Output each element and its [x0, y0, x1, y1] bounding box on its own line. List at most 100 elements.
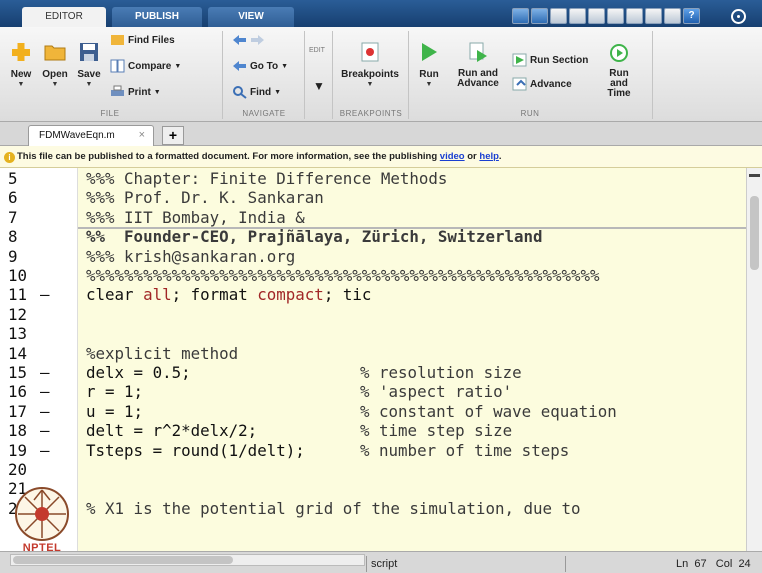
code-line[interactable]: 16– r = 1;% 'aspect ratio' — [0, 382, 746, 401]
new-button[interactable]: New ▼ — [6, 41, 36, 89]
code-line[interactable]: 8 %% Founder-CEO, Prajñālaya, Zürich, Swi… — [0, 227, 746, 246]
chevron-down-icon: ▼ — [366, 81, 374, 88]
code-token: clear — [86, 285, 144, 305]
line-marker[interactable]: – — [40, 363, 58, 382]
code-line[interactable]: 5 %%% Chapter: Finite Difference Methods — [0, 169, 746, 188]
find-label: Find — [250, 86, 272, 98]
ribbon-separator — [222, 31, 223, 119]
code-line[interactable]: 12 — [0, 305, 746, 324]
code-line[interactable]: 10%%%%%%%%%%%%%%%%%%%%%%%%%%%%%%%%%%%%%%… — [0, 266, 746, 285]
help-icon[interactable]: ? — [683, 8, 700, 24]
command-argument: compact — [257, 285, 324, 305]
inline-comment: % constant of wave equation — [360, 401, 617, 421]
run-button[interactable]: Run ▼ — [414, 41, 444, 89]
run-and-time-button[interactable]: Run and Time — [598, 41, 640, 99]
vertical-scrollbar[interactable] — [746, 168, 762, 551]
advance-button[interactable]: Advance — [512, 77, 572, 91]
new-file-icon — [12, 43, 30, 61]
code-line[interactable]: 17– u = 1;% constant of wave equation — [0, 402, 746, 421]
save-button[interactable]: Save ▼ — [74, 41, 104, 89]
quick-undo-icon[interactable] — [607, 8, 624, 24]
run-section-icon — [512, 53, 527, 67]
code-text: %explicit method — [86, 343, 239, 363]
code-line[interactable]: 7 %%% IIT Bombay, India & — [0, 208, 746, 227]
toolstrip-tab-bar: EDITOR PUBLISH VIEW ? — [0, 0, 762, 27]
code-line[interactable]: 13 — [0, 324, 746, 343]
info-icon: i — [4, 152, 15, 163]
print-label: Print — [128, 86, 151, 98]
compare-button[interactable]: Compare ▼ — [110, 59, 181, 73]
breakpoints-button[interactable]: Breakpoints ▼ — [336, 41, 404, 89]
line-marker[interactable]: – — [40, 441, 58, 460]
code-line[interactable]: 19– Tsteps = round(1/delt);% number of ti… — [0, 441, 746, 460]
chevron-down-icon: ▼ — [274, 88, 282, 96]
back-forward-buttons[interactable] — [232, 33, 265, 47]
code-line[interactable]: 9 %%% krish@sankaran.org — [0, 247, 746, 266]
quick-copy-icon[interactable] — [569, 8, 586, 24]
magnifier-icon — [233, 86, 247, 99]
quick-paste-icon[interactable] — [588, 8, 605, 24]
inline-comment: % 'aspect ratio' — [360, 382, 513, 402]
search-documentation-icon[interactable] — [731, 9, 746, 24]
breakpoints-label: Breakpoints — [341, 69, 399, 80]
run-and-advance-label: Run and Advance — [457, 68, 499, 89]
printer-icon — [111, 85, 124, 96]
code-line[interactable]: 20 — [0, 460, 746, 479]
code-line[interactable]: 11– clear all; format compact; tic — [0, 285, 746, 304]
run-label: Run — [419, 69, 439, 80]
print-button[interactable]: Print ▼ — [110, 85, 161, 99]
run-and-advance-button[interactable]: Run and Advance — [452, 41, 504, 89]
code-line[interactable]: 18– delt = r^2*delx/2;% time step size — [0, 421, 746, 440]
line-marker[interactable]: – — [40, 382, 58, 401]
line-marker[interactable]: – — [40, 285, 58, 304]
help-link[interactable]: help — [479, 151, 499, 162]
quick-layout-icon[interactable] — [664, 8, 681, 24]
file-tab-fdmwaveeqn[interactable]: FDMWaveEqn.m × — [28, 125, 154, 146]
close-icon[interactable]: × — [139, 126, 145, 145]
publish-info-bar: i This file can be published to a formatt… — [0, 146, 762, 168]
line-number: 20 — [8, 460, 28, 479]
vertical-scrollbar-thumb[interactable] — [750, 196, 759, 270]
run-section-button[interactable]: Run Section — [512, 53, 588, 67]
command-argument: all — [143, 285, 172, 305]
tab-editor[interactable]: EDITOR — [22, 7, 106, 27]
quick-save-icon[interactable] — [512, 8, 529, 24]
line-marker[interactable]: – — [40, 421, 58, 440]
tab-publish[interactable]: PUBLISH — [112, 7, 202, 27]
code-editor[interactable]: 5%%% Chapter: Finite Difference Methods 6… — [0, 168, 762, 551]
video-link[interactable]: video — [440, 151, 465, 162]
quick-switch-windows-icon[interactable] — [645, 8, 662, 24]
code-line[interactable]: 14 %explicit method — [0, 344, 746, 363]
find-files-button[interactable]: Find Files — [110, 33, 175, 47]
go-to-icon — [233, 61, 246, 71]
play-icon — [422, 43, 437, 61]
chevron-down-icon: ▼ — [51, 81, 59, 88]
floppy-disk-icon — [80, 43, 98, 61]
open-button[interactable]: Open ▼ — [38, 41, 72, 89]
line-number: 12 — [8, 304, 28, 324]
edit-group-expand[interactable]: ▼ — [310, 79, 328, 93]
compare-label: Compare — [128, 60, 172, 72]
code-line[interactable]: 15– delx = 0.5;% resolution size — [0, 363, 746, 382]
code-text: Tsteps = round(1/delt); — [86, 440, 305, 460]
quick-save-all-icon[interactable] — [531, 8, 548, 24]
line-marker[interactable]: – — [40, 402, 58, 421]
tab-view[interactable]: VIEW — [208, 7, 294, 27]
line-number: 10 — [8, 266, 28, 285]
quick-cut-icon[interactable] — [550, 8, 567, 24]
scroll-marker — [749, 174, 760, 177]
folder-icon — [44, 45, 66, 61]
find-button[interactable]: Find ▼ — [232, 85, 281, 99]
col-label: Col — [715, 558, 733, 570]
code-line[interactable]: 21 — [0, 479, 746, 498]
quick-redo-icon[interactable] — [626, 8, 643, 24]
code-line[interactable]: 22% X1 is the potential grid of the simu… — [0, 499, 746, 518]
chevron-down-icon: ▼ — [425, 81, 433, 88]
nptel-emblem-icon — [15, 487, 69, 541]
code-text: u = 1; — [86, 401, 144, 421]
save-label: Save — [77, 69, 101, 80]
line-number: 8 — [8, 227, 18, 247]
new-tab-button[interactable]: + — [162, 126, 184, 145]
code-line[interactable]: 6 %%% Prof. Dr. K. Sankaran — [0, 188, 746, 207]
go-to-button[interactable]: Go To ▼ — [232, 59, 288, 73]
